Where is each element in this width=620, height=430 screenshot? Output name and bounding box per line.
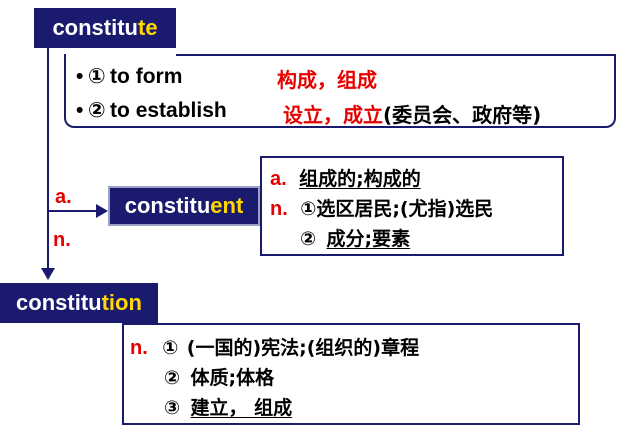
- def-3-num: ③: [164, 397, 181, 419]
- bullet: •: [76, 99, 84, 122]
- def-3-text: 建立， 组成: [190, 397, 293, 419]
- root-word-box: constitu te: [34, 8, 176, 48]
- constitution-stem: constitu: [16, 290, 102, 315]
- root-word-suffix: te: [138, 15, 158, 40]
- constituent-def-a: a. 组成的;构成的: [270, 164, 421, 191]
- meaning-2-zh: 设立，成立: [283, 103, 383, 127]
- meaning-1-num: ①: [87, 65, 106, 88]
- root-word-stem: constitu: [52, 15, 138, 40]
- constitution-suffix: tion: [101, 290, 142, 315]
- def-a-label: a.: [270, 168, 287, 190]
- constitution-def-1: n. ① (一国的)宪法;(组织的)章程: [130, 333, 419, 360]
- constituent-def-n2: ② 成分;要素: [300, 224, 410, 251]
- def-2-num: ②: [164, 367, 181, 389]
- main-connector-line: [47, 48, 49, 272]
- def-n2-text: 成分;要素: [326, 228, 411, 250]
- arrow-right-icon: [96, 204, 108, 218]
- meaning-2-num: ②: [87, 99, 106, 122]
- meaning-1-en: to form: [110, 65, 183, 88]
- constitution-def-2: ② 体质;体格: [164, 363, 274, 390]
- meaning-row-2: • ② to establish: [76, 98, 227, 123]
- constituent-def-n1: n. ①选区居民;(尤指)选民: [270, 194, 493, 221]
- constituent-suffix: ent: [210, 193, 244, 218]
- constituent-word-box: constitu ent: [108, 186, 260, 226]
- constituent-stem: constitu: [124, 193, 211, 218]
- def-1-text: (一国的)宪法;(组织的)章程: [186, 337, 420, 359]
- arrow-down-icon: [41, 268, 55, 280]
- branch-label-noun: n.: [53, 229, 71, 251]
- def-2-text: 体质;体格: [190, 367, 275, 389]
- branch-label-adjective: a.: [55, 186, 72, 208]
- branch-connector-line: [48, 210, 100, 212]
- def-n2-num: ②: [300, 228, 317, 250]
- meaning-row-1: • ① to form: [76, 64, 182, 89]
- bullet: •: [76, 65, 84, 88]
- def-n-label: n.: [270, 198, 288, 220]
- meaning-2-zh-group: 设立，成立(委员会、政府等): [283, 99, 541, 128]
- constitution-def-3: ③ 建立， 组成: [164, 393, 292, 420]
- meanings-top-line: [176, 54, 616, 56]
- constitution-word-box: constitu tion: [0, 283, 158, 323]
- def-1-num: ①: [162, 337, 179, 359]
- meaning-2-zh-extra: (委员会、政府等): [383, 103, 542, 127]
- def-n1-text: ①选区居民;(尤指)选民: [300, 198, 494, 220]
- def-a-text: 组成的;构成的: [299, 168, 421, 190]
- meanings-right-cap: [614, 54, 616, 62]
- meaning-2-en: to establish: [110, 99, 227, 122]
- def-n-label: n.: [130, 337, 148, 359]
- meaning-1-zh: 构成，组成: [277, 68, 377, 92]
